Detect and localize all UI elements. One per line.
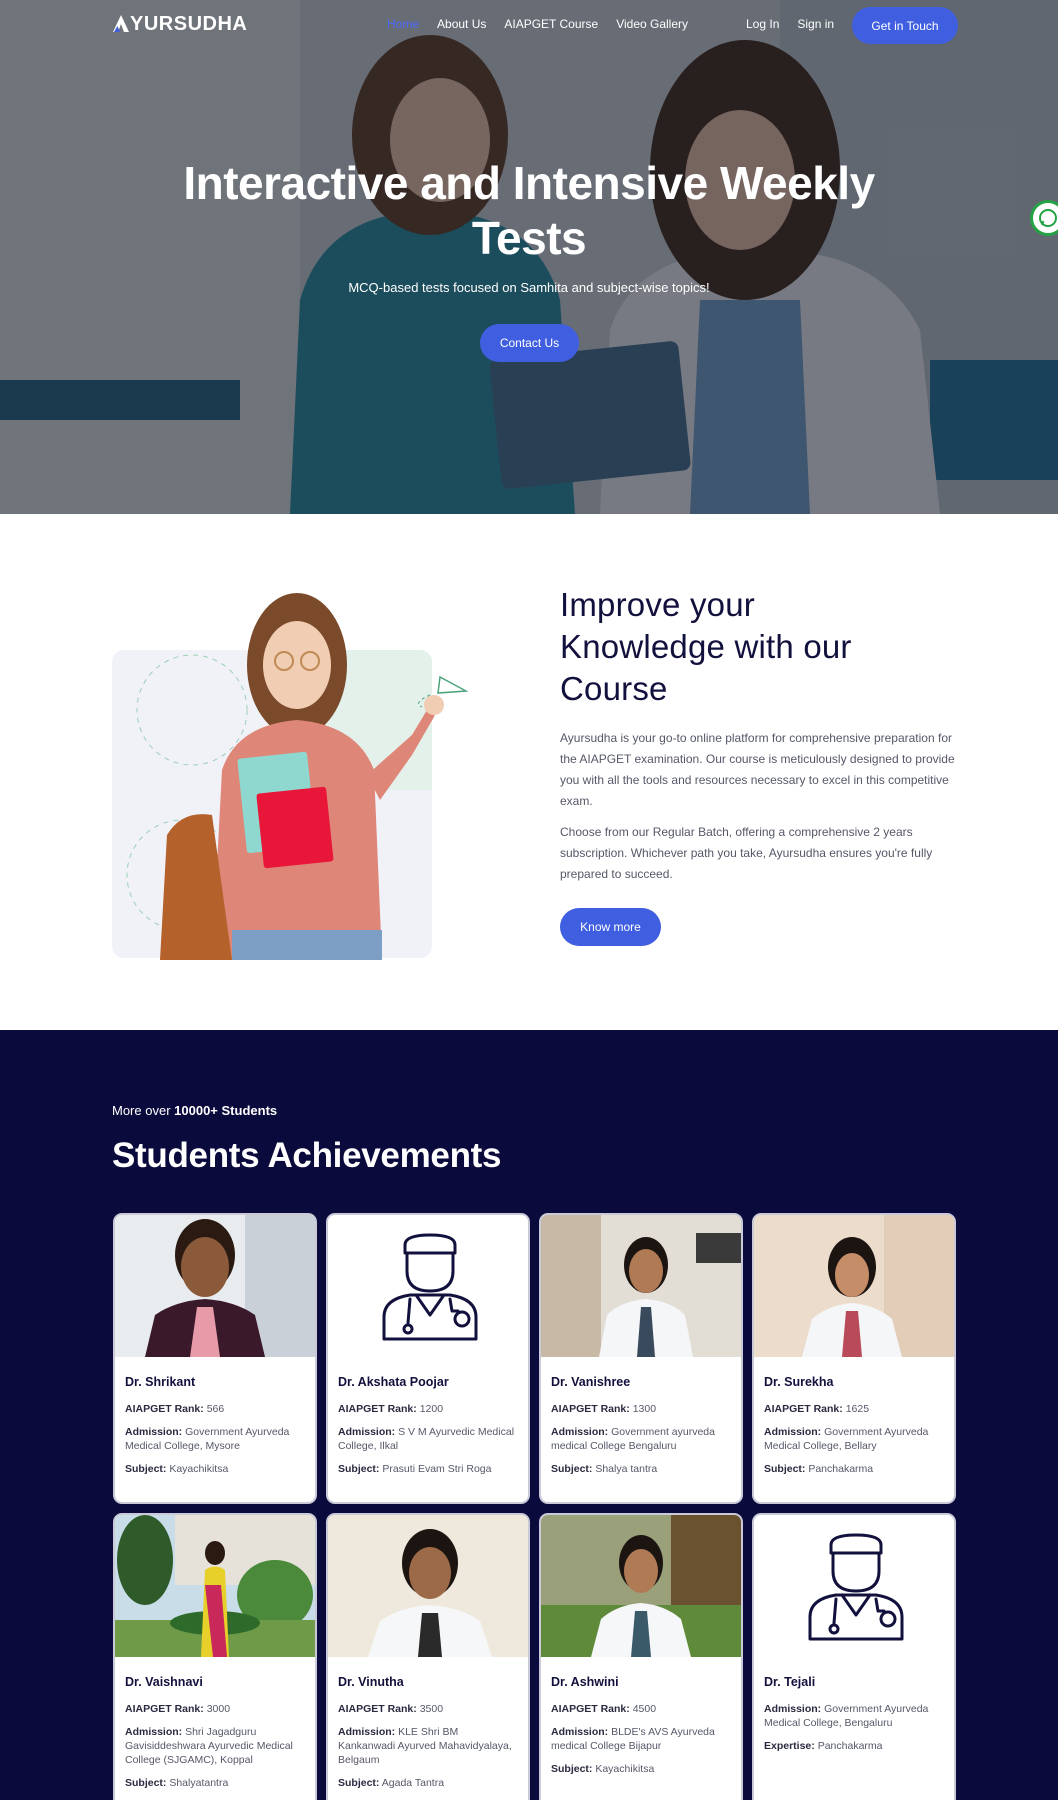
logo-a-icon — [113, 15, 129, 32]
student-admission: Admission: S V M Ayurvedic Medical Colle… — [338, 1426, 515, 1452]
hero-subtitle: MCQ-based tests focused on Samhita and s… — [348, 280, 710, 295]
student-subject: Subject: Kayachikitsa — [125, 1463, 229, 1475]
student-photo — [541, 1215, 741, 1357]
doctor-icon — [328, 1215, 528, 1357]
course-title-line3: Course — [560, 670, 668, 707]
student-rank: AIAPGET Rank: 1200 — [338, 1403, 444, 1415]
student-admission: Admission: Government Ayurveda Medical C… — [125, 1426, 290, 1452]
achievements-title: Students Achievements — [112, 1136, 502, 1175]
student-expertise: Expertise: Panchakarma — [764, 1740, 883, 1752]
student-subject: Subject: Shalya tantra — [551, 1463, 658, 1475]
achievements-section: More over 10000+ Students Students Achie… — [0, 1030, 1058, 1800]
student-admission: Admission: Shri Jagadguru Gavisiddeshwar… — [125, 1726, 293, 1766]
know-more-button[interactable]: Know more — [560, 908, 661, 946]
student-photo — [328, 1515, 528, 1657]
student-admission: Admission: BLDE's AVS Ayurveda medical C… — [551, 1726, 715, 1752]
logo-text: YURSUDHA — [130, 13, 248, 35]
hero-title-line2: Tests — [471, 212, 587, 264]
student-photo — [115, 1215, 315, 1357]
student-photo — [541, 1515, 741, 1657]
nav-link-about[interactable]: About Us — [437, 17, 486, 31]
course-title: Improve your Knowledge with our Course — [560, 584, 960, 710]
student-card[interactable]: Dr. Ashwini AIAPGET Rank: 4500 Admission… — [539, 1513, 743, 1800]
student-card[interactable]: Dr. Surekha AIAPGET Rank: 1625 Admission… — [752, 1213, 956, 1504]
student-rank: AIAPGET Rank: 1625 — [764, 1403, 870, 1415]
student-name: Dr. Surekha — [764, 1375, 834, 1389]
nav-link-aiapget-course[interactable]: AIAPGET Course — [504, 17, 598, 31]
student-rank: AIAPGET Rank: 566 — [125, 1403, 225, 1415]
student-card[interactable]: Dr. Vinutha AIAPGET Rank: 3500 Admission… — [326, 1513, 530, 1800]
auth-links: Log In Sign in — [746, 17, 834, 31]
hero-section: YURSUDHA Home About Us AIAPGET Course Vi… — [0, 0, 1058, 514]
course-title-line2: Knowledge with our — [560, 628, 852, 665]
students-count-prefix: More over — [112, 1103, 171, 1118]
student-card[interactable]: Dr. Shrikant AIAPGET Rank: 566 Admission… — [113, 1213, 317, 1504]
logo[interactable]: YURSUDHA — [112, 13, 247, 36]
student-rank: AIAPGET Rank: 3000 — [125, 1703, 231, 1715]
whatsapp-button[interactable] — [1030, 200, 1058, 236]
student-admission: Admission: Government Ayurveda Medical C… — [764, 1426, 929, 1452]
student-admission: Admission: KLE Shri BM Kankanwadi Ayurve… — [338, 1726, 512, 1766]
student-name: Dr. Vanishree — [551, 1375, 631, 1389]
student-subject: Subject: Shalyatantra — [125, 1777, 229, 1789]
student-card[interactable]: Dr. Vanishree AIAPGET Rank: 1300 Admissi… — [539, 1213, 743, 1504]
nav-link-home[interactable]: Home — [387, 17, 419, 31]
students-count-line: More over 10000+ Students — [112, 1103, 277, 1118]
student-photo — [115, 1515, 315, 1657]
student-name: Dr. Vinutha — [338, 1675, 404, 1689]
course-paragraph-1: Ayursudha is your go-to online platform … — [560, 731, 955, 808]
student-card[interactable]: Dr. Vaishnavi AIAPGET Rank: 3000 Admissi… — [113, 1513, 317, 1800]
contact-us-button[interactable]: Contact Us — [480, 324, 579, 362]
student-name: Dr. Akshata Poojar — [338, 1375, 449, 1389]
student-rank: AIAPGET Rank: 4500 — [551, 1703, 657, 1715]
student-name: Dr. Ashwini — [551, 1675, 619, 1689]
student-illustration — [126, 593, 469, 960]
whatsapp-icon — [1039, 209, 1057, 227]
course-paragraph-2: Choose from our Regular Batch, offering … — [560, 825, 933, 881]
student-admission: Admission: Government ayurveda medical C… — [551, 1426, 715, 1452]
doctor-icon — [754, 1515, 954, 1657]
student-subject: Subject: Agada Tantra — [338, 1777, 445, 1789]
get-in-touch-button[interactable]: Get in Touch — [852, 7, 958, 44]
student-card[interactable]: Dr. Akshata Poojar AIAPGET Rank: 1200 Ad… — [326, 1213, 530, 1504]
student-rank: AIAPGET Rank: 1300 — [551, 1403, 657, 1415]
hero-title-line1: Interactive and Intensive Weekly — [183, 157, 875, 209]
course-text-block: Improve your Knowledge with our Course A… — [560, 584, 960, 885]
student-admission: Admission: Government Ayurveda Medical C… — [764, 1703, 929, 1729]
student-card[interactable]: Dr. Tejali Admission: Government Ayurved… — [752, 1513, 956, 1800]
top-navbar: YURSUDHA Home About Us AIAPGET Course Vi… — [0, 0, 1058, 50]
nav-link-video-gallery[interactable]: Video Gallery — [616, 17, 688, 31]
student-name: Dr. Tejali — [764, 1675, 816, 1689]
students-count: 10000+ Students — [174, 1103, 278, 1118]
student-subject: Subject: Panchakarma — [764, 1463, 874, 1475]
course-title-line1: Improve your — [560, 586, 755, 623]
student-name: Dr. Vaishnavi — [125, 1675, 203, 1689]
student-subject: Subject: Prasuti Evam Stri Roga — [338, 1463, 492, 1475]
hero-title: Interactive and Intensive Weekly Tests — [0, 156, 1058, 266]
student-photo — [754, 1215, 954, 1357]
nav-links: Home About Us AIAPGET Course Video Galle… — [387, 17, 688, 31]
login-link[interactable]: Log In — [746, 17, 779, 31]
student-rank: AIAPGET Rank: 3500 — [338, 1703, 444, 1715]
student-name: Dr. Shrikant — [125, 1375, 196, 1389]
student-subject: Subject: Kayachikitsa — [551, 1763, 655, 1775]
signin-link[interactable]: Sign in — [797, 17, 834, 31]
